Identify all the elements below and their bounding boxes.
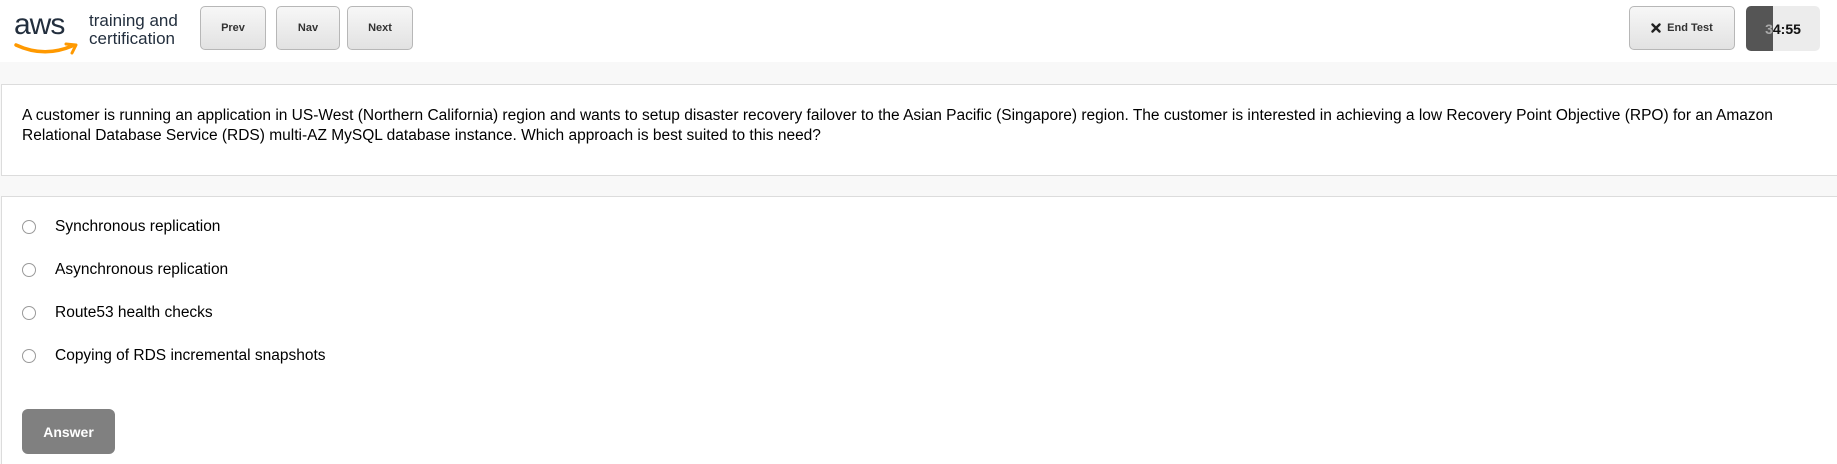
option-route53-health-checks[interactable]: Route53 health checks [22, 301, 213, 325]
radio-button[interactable] [22, 220, 36, 234]
radio-button[interactable] [22, 349, 36, 363]
radio-button[interactable] [22, 306, 36, 320]
option-label: Synchronous replication [55, 218, 221, 235]
option-label: Route53 health checks [55, 304, 213, 321]
option-rds-incremental-snapshots[interactable]: Copying of RDS incremental snapshots [22, 344, 326, 368]
end-test-button[interactable]: End Test [1629, 6, 1735, 50]
question-panel: A customer is running an application in … [1, 84, 1837, 176]
prev-button[interactable]: Prev [200, 6, 266, 50]
aws-training-logo: aws training and certification [12, 8, 182, 58]
radio-button[interactable] [22, 263, 36, 277]
aws-logo-text: aws [14, 8, 65, 41]
option-synchronous-replication[interactable]: Synchronous replication [22, 215, 220, 239]
aws-smile-icon [14, 42, 78, 55]
answer-button[interactable]: Answer [22, 409, 115, 454]
nav-button[interactable]: Nav [276, 6, 340, 50]
question-text: A customer is running an application in … [22, 107, 1773, 144]
close-icon [1651, 23, 1661, 33]
countdown-timer: 34:55 [1746, 6, 1820, 51]
top-bar: aws training and certification Prev Nav … [0, 0, 1837, 62]
logo-line-2: certification [89, 29, 175, 48]
option-asynchronous-replication[interactable]: Asynchronous replication [22, 258, 228, 282]
option-label: Copying of RDS incremental snapshots [55, 347, 326, 364]
option-label: Asynchronous replication [55, 261, 229, 278]
end-test-label: End Test [1667, 22, 1713, 34]
logo-subtitle: training and certification [89, 12, 178, 48]
logo-line-1: training and [89, 11, 178, 30]
next-button[interactable]: Next [347, 6, 413, 50]
answer-options-panel [1, 196, 1837, 464]
timer-text: 34:55 [1765, 20, 1801, 37]
